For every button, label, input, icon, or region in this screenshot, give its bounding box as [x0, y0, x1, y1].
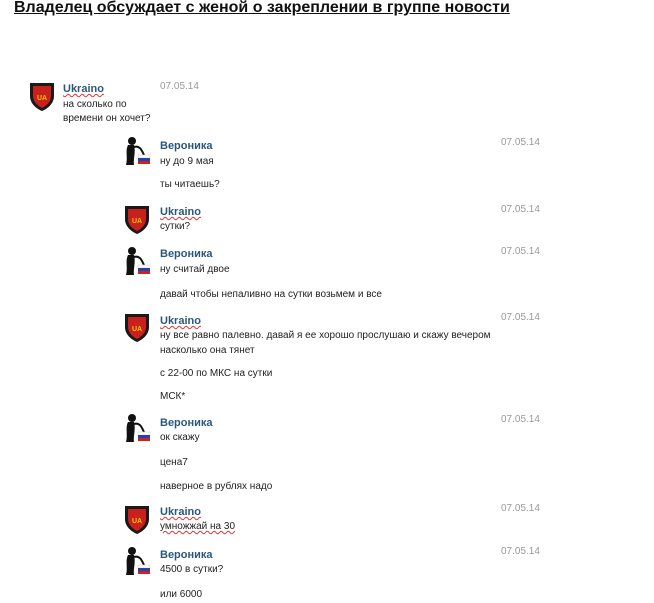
message-text: ну все равно палевно. давай я ее хорошо … [160, 330, 491, 341]
message-text: с 22-00 по МКС на сутки [160, 368, 273, 379]
ua-shield-icon[interactable]: UA [122, 503, 152, 535]
message-author[interactable]: Ukraino [160, 506, 201, 518]
message-text: ну до 9 мая [160, 156, 214, 167]
message-author[interactable]: Вероника [160, 140, 213, 152]
message-author[interactable]: Вероника [160, 417, 213, 429]
message-date: 07.05.14 [501, 204, 540, 215]
message-date: 07.05.14 [501, 312, 540, 323]
message-date: 07.05.14 [501, 414, 540, 425]
woman-silhouette-icon[interactable] [122, 412, 152, 444]
ua-shield-icon[interactable]: UA [27, 80, 57, 112]
page-title: Владелец обсуждает с женой о закреплении… [14, 0, 510, 16]
message-text: или 6000 [160, 589, 203, 600]
message-text: давай чтобы непаливно на сутки возьмем и… [160, 289, 382, 300]
ua-shield-icon[interactable]: UA [122, 203, 152, 235]
svg-text:UA: UA [37, 95, 47, 102]
message-text: цена7 [160, 457, 188, 468]
svg-text:UA: UA [132, 326, 142, 333]
message-date: 07.05.14 [160, 81, 199, 92]
message-author[interactable]: Ukraino [160, 315, 201, 327]
ua-shield-icon[interactable]: UA [122, 311, 152, 343]
svg-text:UA: UA [132, 518, 142, 525]
message-date: 07.05.14 [501, 503, 540, 514]
message-text: насколько она тянет [160, 345, 255, 356]
message-text: умножжай на 30 [160, 521, 236, 532]
message-author[interactable]: Ukraino [63, 83, 104, 95]
message-text: ну считай двое [160, 264, 230, 275]
message-text: МСК* [160, 391, 186, 402]
woman-silhouette-icon[interactable] [122, 135, 152, 167]
message-text: времени он хочет? [63, 113, 151, 124]
message-text: наверное в рублях надо [160, 481, 273, 492]
message-author[interactable]: Вероника [160, 549, 213, 561]
message-date: 07.05.14 [501, 246, 540, 257]
message-date: 07.05.14 [501, 137, 540, 148]
message-date: 07.05.14 [501, 546, 540, 557]
message-text: 4500 в сутки? [160, 564, 224, 575]
message-author[interactable]: Ukraino [160, 206, 201, 218]
svg-text:UA: UA [132, 218, 142, 225]
message-text: ок скажу [160, 432, 200, 443]
woman-silhouette-icon[interactable] [122, 245, 152, 277]
message-text: ты читаешь? [160, 179, 220, 190]
message-text: сутки? [160, 221, 191, 232]
message-author[interactable]: Вероника [160, 248, 213, 260]
message-text: на сколько по [63, 99, 127, 110]
woman-silhouette-icon[interactable] [122, 545, 152, 577]
